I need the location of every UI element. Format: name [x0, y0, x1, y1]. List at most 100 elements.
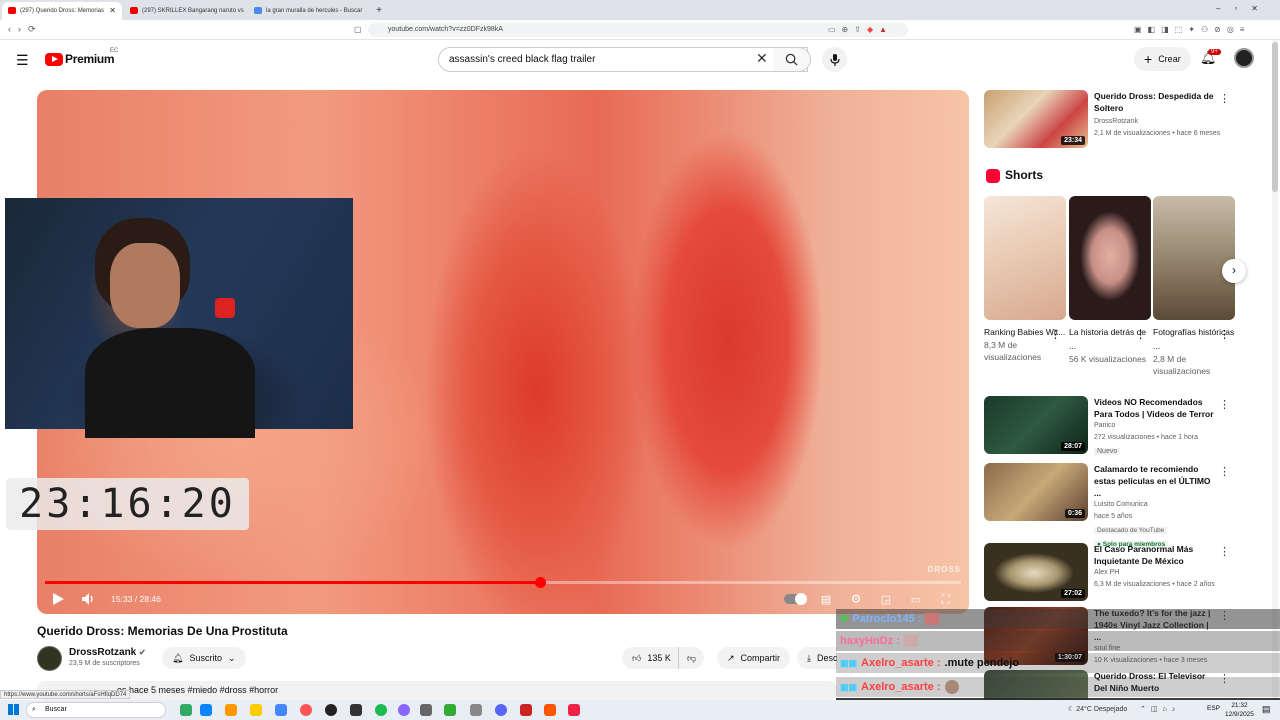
thumbs-down-icon: 👎︎ — [687, 652, 697, 663]
share-label: Compartir — [740, 653, 781, 663]
search-button[interactable] — [773, 47, 811, 72]
fullscreen-icon[interactable]: ⛶ — [938, 590, 954, 608]
brave-icon[interactable] — [544, 704, 556, 716]
taskbar-app-icon[interactable] — [520, 704, 532, 716]
channel-name[interactable]: Panico — [1094, 420, 1214, 432]
language-indicator[interactable]: ESP — [1207, 705, 1220, 712]
scrollbar-thumb[interactable] — [1272, 42, 1278, 192]
channel-name[interactable]: DrossRotzank — [1094, 116, 1214, 128]
spotify-icon[interactable] — [375, 704, 387, 716]
recommended-video[interactable]: 28:07 Videos NO Recomendados Para Todos … — [984, 396, 1274, 460]
settings-gear-icon[interactable]: ⚙ — [848, 590, 864, 608]
voice-search-button[interactable] — [822, 47, 847, 72]
chat-message: haxyHnDz : — [836, 631, 1280, 651]
windows-start-icon[interactable] — [8, 704, 19, 715]
minecraft-icon[interactable] — [444, 704, 456, 716]
autoplay-toggle[interactable] — [783, 590, 807, 608]
subtitles-icon[interactable]: ▤ — [818, 590, 834, 608]
more-options-icon[interactable]: ⋮ — [1135, 328, 1146, 341]
featured-badge: Destacado de YouTube — [1094, 527, 1168, 534]
share-button[interactable]: ↗ Compartir — [717, 647, 791, 669]
search-input[interactable]: assassin's creed black flag trailer — [438, 47, 808, 72]
edge-icon[interactable] — [200, 704, 212, 716]
chrome-icon[interactable] — [300, 704, 312, 716]
like-button[interactable]: 👍︎ 135 K — [622, 647, 679, 669]
description-box[interactable]: es hace 5 meses #miedo #dross #horror — [37, 681, 837, 700]
recommended-video[interactable]: 27:02 El Caso Paranormal Más Inquietante… — [984, 543, 1274, 603]
youtube-favicon-icon — [130, 7, 138, 14]
create-button[interactable]: + Crear — [1134, 47, 1191, 71]
address-bar-actions[interactable]: ▭⊕⇪◆▲ — [828, 25, 908, 34]
page-scrollbar[interactable] — [1272, 40, 1278, 700]
youtube-logo-icon[interactable] — [45, 53, 63, 66]
discord-icon[interactable] — [495, 704, 507, 716]
taskbar-app-icon[interactable] — [275, 704, 287, 716]
short-thumbnail[interactable] — [1153, 196, 1235, 320]
short-item[interactable]: Fotografías históricas ... 2,8 M de visu… — [1153, 196, 1235, 377]
logo-text[interactable]: Premium — [65, 52, 115, 66]
system-tray-icons[interactable]: ⌃◫⌂♪ — [1140, 705, 1180, 713]
more-options-icon[interactable]: ⋮ — [1219, 465, 1230, 478]
notification-center-icon[interactable]: ▤ — [1262, 704, 1271, 715]
more-options-icon[interactable]: ⋮ — [1219, 545, 1230, 558]
more-options-icon[interactable]: ⋮ — [1050, 328, 1061, 341]
nav-buttons[interactable]: ‹›⟳ — [8, 24, 43, 35]
tab-label: la gran muralla de hercules - Buscar — [266, 8, 363, 14]
browser-tab[interactable]: (297) Querido Dross: Memorias ✕ — [2, 2, 122, 20]
video-thumbnail[interactable]: 28:07 — [984, 396, 1088, 454]
video-thumbnail[interactable]: 23:34 — [984, 90, 1088, 148]
taskbar-app-icon[interactable] — [225, 704, 237, 716]
close-tab-icon[interactable]: ✕ — [109, 2, 116, 20]
browser-tab[interactable]: la gran muralla de hercules - Buscar — [248, 2, 370, 20]
short-item[interactable]: Ranking Babies Wit... 8,3 M de visualiza… — [984, 196, 1066, 363]
menu-icon[interactable]: ☰ — [16, 52, 29, 69]
url-field[interactable]: youtube.com/watch?v=zz0DFzk98kA — [368, 23, 908, 37]
volume-button[interactable] — [81, 590, 95, 608]
taskbar-app-icon[interactable] — [420, 704, 432, 716]
browser-tab[interactable]: (297) SKRILLEX Bangarang naruto vs — [124, 2, 246, 20]
shorts-next-button[interactable]: › — [1222, 259, 1246, 283]
short-item[interactable]: La historia detrás de ... 56 K visualiza… — [1069, 196, 1151, 365]
bookmark-icon[interactable]: ▢ — [354, 25, 362, 34]
taskbar-app-icon[interactable] — [180, 704, 192, 716]
channel-name[interactable]: DrossRotzank ✔ — [69, 647, 146, 658]
dislike-button[interactable]: 👎︎ — [678, 647, 705, 669]
more-options-icon[interactable]: ⋮ — [1219, 398, 1230, 411]
subscribed-button[interactable]: 🔔︎ Suscrito ⌄ — [162, 647, 246, 669]
obs-icon[interactable] — [325, 704, 337, 716]
taskbar-app-icon[interactable] — [470, 704, 482, 716]
chat-badge-icon: ▣▣ — [840, 657, 858, 668]
weather-text: 24°C Despejado — [1076, 706, 1128, 713]
taskbar-app-icon[interactable] — [398, 704, 410, 716]
tiktok-icon[interactable] — [568, 704, 580, 716]
channel-name[interactable]: Alex PH — [1094, 567, 1214, 579]
play-button[interactable] — [51, 590, 65, 608]
taskbar-app-icon[interactable] — [350, 704, 362, 716]
window-controls[interactable]: –▫✕ — [1216, 4, 1272, 13]
recommended-video[interactable]: 0:36 Calamardo te recomiendo estas pelíc… — [984, 463, 1274, 548]
theater-mode-icon[interactable]: ▭ — [908, 590, 924, 608]
microphone-foam — [215, 298, 235, 318]
channel-avatar[interactable] — [37, 646, 62, 671]
new-tab-button[interactable]: + — [372, 2, 386, 20]
download-button[interactable]: ⤓ Descargar — [797, 647, 837, 669]
taskbar-search[interactable]: ⌕ Buscar — [26, 702, 166, 718]
miniplayer-icon[interactable]: ◲ — [878, 590, 894, 608]
more-options-icon[interactable]: ⋮ — [1219, 328, 1230, 341]
more-options-icon[interactable]: ⋮ — [1219, 92, 1230, 105]
recommended-video[interactable]: 23:34 Querido Dross: Despedida de Solter… — [984, 90, 1274, 150]
channel-name[interactable]: Luisito Comunica — [1094, 499, 1214, 511]
extension-icons[interactable]: ▣◧◨⬚✦⚇⊘◎≡ — [1134, 25, 1274, 34]
file-explorer-icon[interactable] — [250, 704, 262, 716]
short-thumbnail[interactable] — [1069, 196, 1151, 320]
short-thumbnail[interactable] — [984, 196, 1066, 320]
system-clock[interactable]: 21:32 12/9/2025 — [1225, 701, 1254, 719]
avatar[interactable] — [1234, 48, 1254, 68]
notification-badge: 9+ — [1208, 49, 1221, 55]
region-code: EC — [110, 48, 119, 54]
weather-widget[interactable]: ☾ 24°C Despejado — [1068, 705, 1127, 713]
video-thumbnail[interactable]: 0:36 — [984, 463, 1088, 521]
video-thumbnail[interactable]: 27:02 — [984, 543, 1088, 601]
microphone-icon — [829, 53, 840, 66]
clear-search-icon[interactable]: ✕ — [756, 50, 768, 67]
